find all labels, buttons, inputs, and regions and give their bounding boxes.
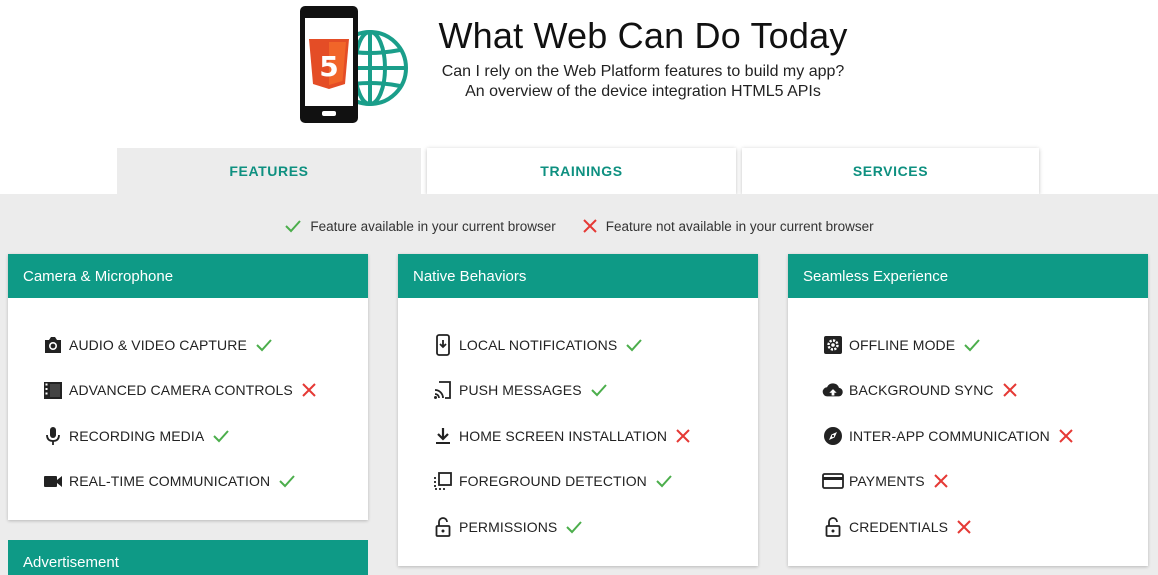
check-icon [655,474,673,488]
card-title: Camera & Microphone [8,254,368,298]
feature-item-audio-video-capture[interactable]: AUDIO & VIDEO CAPTURE [8,322,368,368]
credit-card-icon [822,470,844,492]
feature-label: CREDENTIALS [849,518,949,535]
feature-item-offline-mode[interactable]: OFFLINE MODE [788,322,1148,368]
feature-item-inter-app-communication[interactable]: INTER-APP COMMUNICATION [788,413,1148,459]
camera-icon [42,334,64,356]
cross-icon [933,473,949,489]
feature-item-payments[interactable]: PAYMENTS [788,459,1148,505]
feature-label: RECORDING MEDIA [69,427,205,444]
feature-label: OFFLINE MODE [849,336,956,353]
check-icon [255,338,273,352]
feature-item-permissions[interactable]: PERMISSIONS [398,504,758,550]
feature-label: FOREGROUND DETECTION [459,473,647,490]
phone-download-icon [432,333,454,356]
check-icon [565,520,583,534]
feature-label: HOME SCREEN INSTALLATION [459,427,668,444]
legend: Feature available in your current browse… [0,218,1158,234]
feature-label: AUDIO & VIDEO CAPTURE [69,336,247,353]
subtitle-line: An overview of the device integration HT… [465,83,821,100]
feature-item-home-screen-installation[interactable]: HOME SCREEN INSTALLATION [398,413,758,459]
feature-item-advanced-camera-controls[interactable]: ADVANCED CAMERA CONTROLS [8,368,368,414]
legend-label: Feature not available in your current br… [605,218,874,234]
page-subtitle: Can I rely on the Web Platform features … [380,62,906,102]
card-camera-microphone: Camera & Microphone AUDIO & VIDEO CAPTUR… [8,254,368,520]
check-icon [212,429,230,443]
legend-label: Feature available in your current browse… [310,218,556,234]
cast-icon [432,379,454,401]
features-panel: Feature available in your current browse… [0,194,1158,575]
check-icon [590,383,608,397]
videocam-icon [42,470,64,492]
select-window-icon [432,470,454,492]
cross-icon [1058,428,1074,444]
settings-icon [822,334,844,356]
feature-label: REAL-TIME COMMUNICATION [69,473,271,490]
card-native-behaviors: Native Behaviors LOCAL NOTIFICATIONS PUS… [398,254,758,566]
feature-label: PUSH MESSAGES [459,382,582,399]
microphone-icon [42,425,64,447]
check-icon [963,338,981,352]
cross-icon [675,428,691,444]
main-tabs: FEATURES TRAININGS SERVICES [0,148,1158,194]
card-title: Native Behaviors [398,254,758,298]
cross-icon [301,382,317,398]
tab-trainings[interactable]: TRAININGS [427,148,736,194]
feature-list: OFFLINE MODE BACKGROUND SYNC INTER-APP C… [788,298,1148,550]
feature-item-local-notifications[interactable]: LOCAL NOTIFICATIONS [398,322,758,368]
card-title: Advertisement [8,540,368,575]
cross-icon [582,218,598,234]
feature-item-real-time-communication[interactable]: REAL-TIME COMMUNICATION [8,459,368,505]
legend-available: Feature available in your current browse… [284,218,556,234]
cloud-upload-icon [822,379,844,401]
legend-not-available: Feature not available in your current br… [582,218,874,234]
feature-list: AUDIO & VIDEO CAPTURE ADVANCED CAMERA CO… [8,298,368,504]
feature-label: PERMISSIONS [459,518,558,535]
check-icon [278,474,296,488]
feature-item-recording-media[interactable]: RECORDING MEDIA [8,413,368,459]
feature-item-push-messages[interactable]: PUSH MESSAGES [398,368,758,414]
cross-icon [1002,382,1018,398]
compass-icon [822,425,844,447]
cross-icon [956,519,972,535]
feature-item-foreground-detection[interactable]: FOREGROUND DETECTION [398,459,758,505]
check-icon [284,219,302,233]
page-header: 5 What Web Can Do Today Can I rely on th… [0,0,1158,150]
tab-services[interactable]: SERVICES [742,148,1039,194]
svg-text:5: 5 [319,50,338,83]
film-icon [42,379,64,401]
feature-list: LOCAL NOTIFICATIONS PUSH MESSAGES HOME S… [398,298,758,550]
feature-label: PAYMENTS [849,473,925,490]
feature-label: ADVANCED CAMERA CONTROLS [69,382,293,399]
feature-item-background-sync[interactable]: BACKGROUND SYNC [788,368,1148,414]
card-title: Seamless Experience [788,254,1148,298]
feature-item-credentials[interactable]: CREDENTIALS [788,504,1148,550]
card-advertisement: Advertisement [8,540,368,575]
feature-label: LOCAL NOTIFICATIONS [459,336,618,353]
download-icon [432,425,454,447]
lock-open-icon [822,516,844,538]
feature-label: INTER-APP COMMUNICATION [849,427,1050,444]
check-icon [625,338,643,352]
subtitle-line: Can I rely on the Web Platform features … [441,63,845,80]
card-seamless-experience: Seamless Experience OFFLINE MODE BACKGRO… [788,254,1148,566]
page-title: What Web Can Do Today [438,15,848,56]
feature-label: BACKGROUND SYNC [849,382,994,399]
lock-open-icon [432,516,454,538]
tab-features[interactable]: FEATURES [117,148,421,194]
